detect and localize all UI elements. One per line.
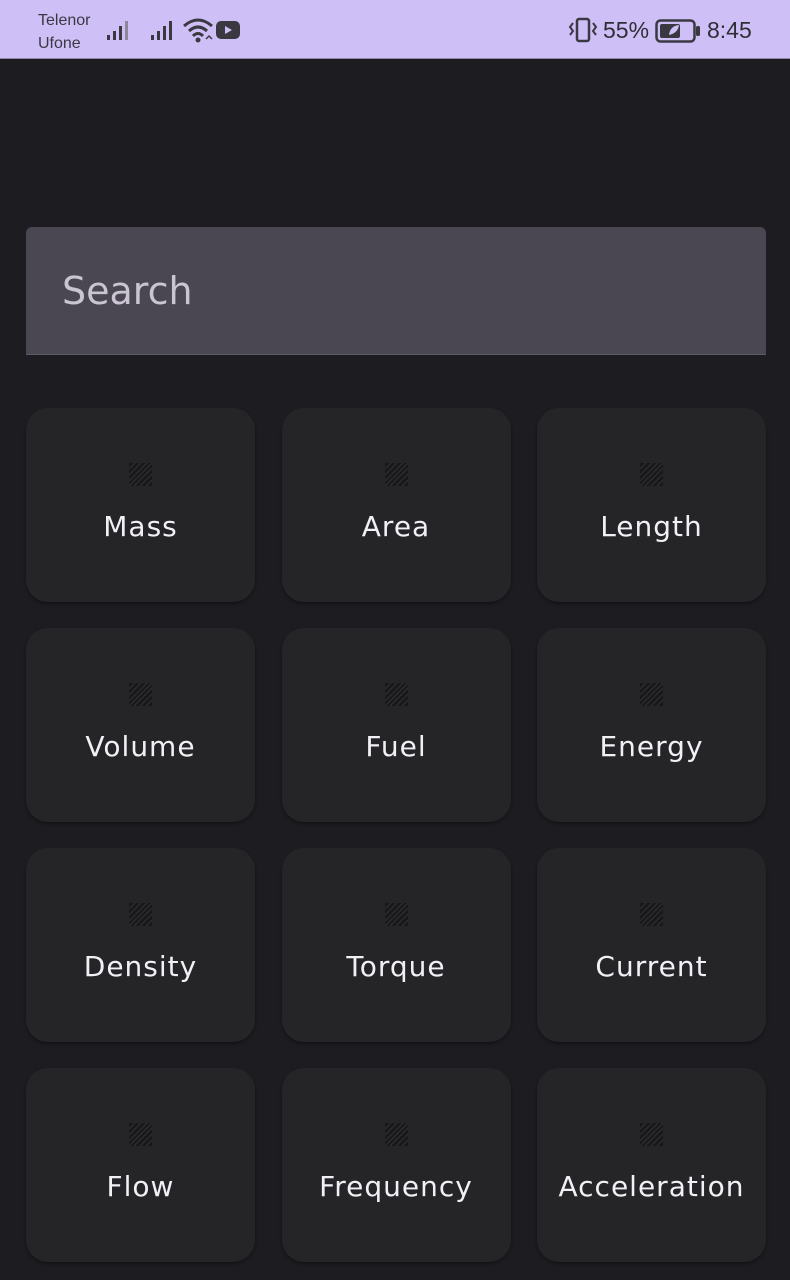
image-placeholder-icon: [384, 903, 408, 926]
image-placeholder-icon: [640, 683, 663, 706]
battery-icon: [655, 19, 700, 43]
category-label: Density: [83, 950, 198, 983]
signal-icon: [107, 21, 128, 40]
image-placeholder-icon: [640, 903, 663, 926]
image-placeholder-icon: [129, 463, 152, 486]
category-card-area[interactable]: Area: [281, 408, 511, 602]
category-label: Flow: [106, 1170, 175, 1203]
category-card-length[interactable]: Length: [537, 408, 766, 602]
category-label: Mass: [103, 510, 178, 543]
wifi-icon: [183, 18, 213, 43]
signal-icon: [151, 21, 172, 40]
carrier-name-1: Telenor: [38, 12, 91, 29]
status-bar: Telenor Ufone 55% 8:45: [0, 0, 790, 59]
image-placeholder-icon: [384, 463, 408, 486]
category-grid: Mass Area Length Volume Fuel Energy Dens…: [26, 408, 766, 1262]
image-placeholder-icon: [640, 1123, 663, 1146]
category-card-acceleration[interactable]: Acceleration: [537, 1068, 766, 1262]
category-card-density[interactable]: Density: [26, 848, 255, 1042]
category-card-mass[interactable]: Mass: [26, 408, 255, 602]
battery-percent: 55%: [603, 17, 650, 43]
category-label: Fuel: [365, 730, 427, 763]
carrier-name-2: Ufone: [38, 35, 81, 52]
category-label: Length: [600, 510, 703, 543]
image-placeholder-icon: [384, 1123, 408, 1146]
category-card-energy[interactable]: Energy: [537, 628, 766, 822]
category-card-flow[interactable]: Flow: [26, 1068, 255, 1262]
image-placeholder-icon: [129, 1123, 152, 1146]
image-placeholder-icon: [129, 683, 152, 706]
category-card-frequency[interactable]: Frequency: [281, 1068, 511, 1262]
category-label: Area: [361, 510, 431, 543]
image-placeholder-icon: [640, 463, 663, 486]
category-label: Energy: [599, 730, 704, 763]
image-placeholder-icon: [384, 683, 408, 706]
carrier-info: Telenor Ufone: [38, 9, 90, 55]
category-label: Volume: [85, 730, 196, 763]
image-placeholder-icon: [129, 903, 152, 926]
category-label: Acceleration: [558, 1170, 745, 1203]
youtube-icon: [216, 21, 240, 39]
search-field[interactable]: [26, 227, 766, 355]
search-input[interactable]: [62, 227, 742, 355]
category-label: Torque: [346, 950, 446, 983]
clock: 8:45: [707, 17, 752, 43]
category-card-current[interactable]: Current: [537, 848, 766, 1042]
category-label: Current: [595, 950, 708, 983]
category-card-volume[interactable]: Volume: [26, 628, 255, 822]
category-label: Frequency: [319, 1170, 473, 1203]
category-card-torque[interactable]: Torque: [281, 848, 511, 1042]
vibrate-icon: [568, 17, 598, 43]
category-card-fuel[interactable]: Fuel: [281, 628, 511, 822]
